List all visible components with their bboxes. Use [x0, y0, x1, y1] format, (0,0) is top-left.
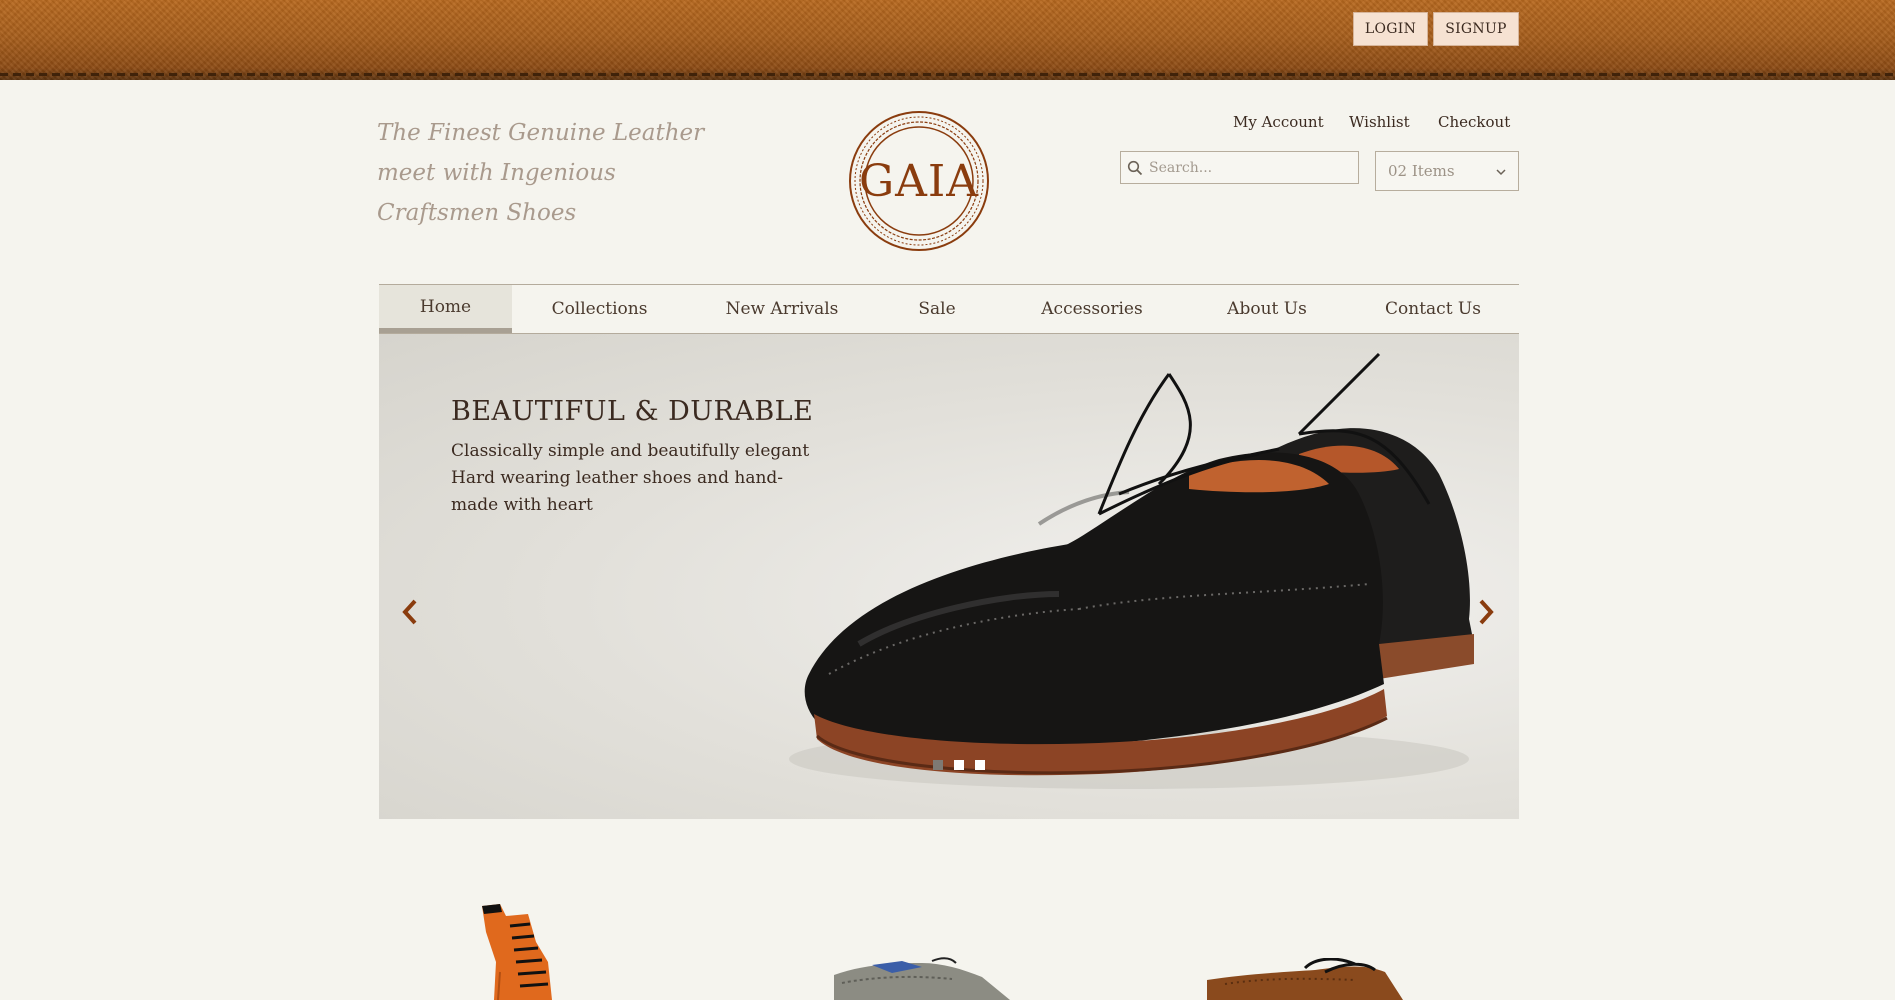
search-icon[interactable]: [1121, 151, 1149, 184]
checkout-link[interactable]: Checkout: [1438, 113, 1510, 135]
nav-item-contact-us[interactable]: Contact Us: [1347, 285, 1519, 333]
nav-item-accessories[interactable]: Accessories: [997, 285, 1187, 333]
nav-item-about-us[interactable]: About Us: [1187, 285, 1347, 333]
chevron-right-icon: [1479, 599, 1494, 625]
cart-items-select[interactable]: 02 Items: [1375, 151, 1519, 191]
shoe-image: [789, 352, 1474, 789]
my-account-link[interactable]: My Account: [1233, 113, 1324, 135]
main-nav: Home Collections New Arrivals Sale Acces…: [379, 284, 1519, 334]
boot-image: [482, 904, 552, 1000]
nav-item-sale[interactable]: Sale: [877, 285, 997, 333]
logo-text: GAIA: [858, 155, 980, 207]
slider-dot-2[interactable]: [954, 760, 964, 770]
slide-title: BEAUTIFUL & DURABLE: [451, 396, 814, 427]
logo[interactable]: GAIA: [848, 110, 990, 252]
slider-dots: [933, 760, 985, 770]
slider-dot-1[interactable]: [933, 760, 943, 770]
slider-dot-3[interactable]: [975, 760, 985, 770]
slider-next-button[interactable]: [1471, 592, 1501, 632]
nav-item-home[interactable]: Home: [379, 285, 512, 333]
hero-slider: BEAUTIFUL & DURABLE Classically simple a…: [379, 334, 1519, 819]
tagline: The Finest Genuine Leather meet with Ing…: [377, 120, 705, 226]
nav-item-collections[interactable]: Collections: [512, 285, 687, 333]
chevron-down-icon: [1496, 162, 1506, 180]
signup-button[interactable]: SIGNUP: [1433, 12, 1519, 46]
product-boot-image[interactable]: [480, 902, 580, 1000]
search-box: [1120, 151, 1359, 184]
top-bar: LOGIN SIGNUP: [0, 0, 1895, 80]
product-oxford-shoe-image[interactable]: [1205, 957, 1405, 1000]
chevron-left-icon: [402, 599, 417, 625]
product-boat-shoe-image[interactable]: [832, 955, 1012, 1000]
wishlist-link[interactable]: Wishlist: [1349, 113, 1410, 135]
search-input[interactable]: [1149, 152, 1358, 183]
nav-item-new-arrivals[interactable]: New Arrivals: [687, 285, 877, 333]
login-button[interactable]: LOGIN: [1353, 12, 1428, 46]
cart-items-value: 02 Items: [1388, 162, 1455, 180]
boat-shoe-image: [834, 957, 1010, 1000]
slide-text: Classically simple and beautifully elega…: [451, 441, 810, 515]
slider-prev-button[interactable]: [395, 592, 425, 632]
oxford-shoe-image: [1207, 957, 1403, 1000]
